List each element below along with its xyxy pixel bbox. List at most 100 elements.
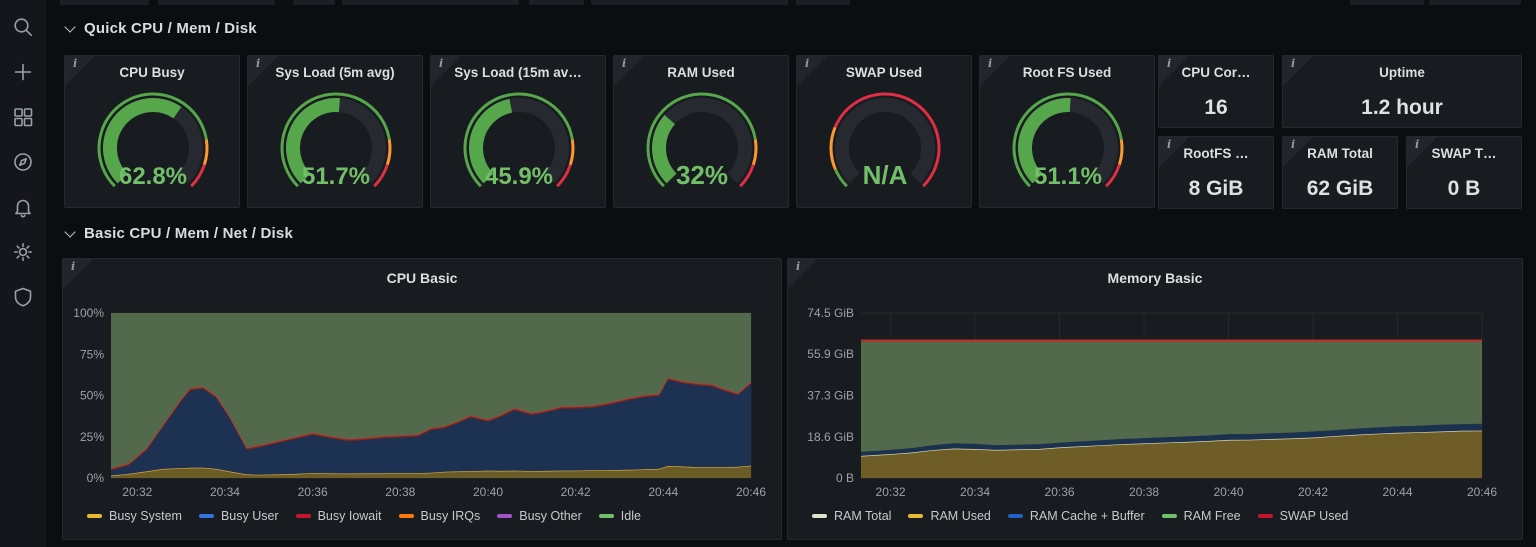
x-axis-tick: 20:32: [122, 485, 152, 499]
gauge-panel-title[interactable]: Sys Load (5m avg): [262, 65, 408, 80]
legend-label: Busy IRQs: [420, 509, 481, 523]
x-axis-tick: 20:36: [298, 485, 328, 499]
legend-swatch: [908, 514, 924, 518]
legend-item-ram-free[interactable]: RAM Free: [1161, 509, 1241, 523]
legend-label: Busy User: [220, 509, 279, 523]
stat-panel-ram-total: i RAM Total 62 GiB: [1282, 136, 1398, 209]
stat-panel-swap-t: i SWAP T… 0 B: [1406, 136, 1522, 209]
plus-icon[interactable]: [12, 61, 34, 83]
chevron-down-icon: [64, 226, 76, 238]
chart-panel-title[interactable]: Memory Basic: [802, 270, 1508, 286]
y-axis-tick: 37.3 GiB: [807, 388, 854, 402]
gauge: 45.9%: [463, 92, 575, 190]
stat-panel-title[interactable]: RootFS …: [1173, 146, 1259, 161]
section-header-quick-cpu-mem-disk[interactable]: Quick CPU / Mem / Disk: [64, 20, 257, 37]
panel-info-icon[interactable]: i: [805, 57, 809, 70]
search-icon[interactable]: [12, 16, 34, 38]
legend-item-busy-system[interactable]: Busy System: [87, 509, 182, 523]
gauge-panel-title[interactable]: RAM Used: [628, 65, 774, 80]
panel-bottom-sliver: [529, 0, 584, 5]
dashboards-grid-icon[interactable]: [12, 106, 34, 128]
stat-panel-cpu-cor: i CPU Cor… 16: [1158, 55, 1274, 128]
gauge-panel-title[interactable]: Sys Load (15m av…: [445, 65, 591, 80]
panel-info-icon[interactable]: i: [988, 57, 992, 70]
legend-item-busy-other[interactable]: Busy Other: [497, 509, 582, 523]
chevron-down-icon: [64, 21, 76, 33]
panel-info-icon[interactable]: i: [439, 57, 443, 70]
y-axis-tick: 25%: [80, 430, 104, 444]
gauge: N/A: [829, 92, 941, 190]
chart-legend: RAM Total RAM Used RAM Cache + Buffer RAM F…: [812, 509, 1514, 523]
legend-swatch: [198, 514, 214, 518]
panel-info-icon[interactable]: i: [1167, 138, 1171, 151]
gauge-panel-title[interactable]: Root FS Used: [994, 65, 1140, 80]
legend-swatch: [497, 514, 513, 518]
panel-info-icon[interactable]: i: [1291, 138, 1295, 151]
legend-label: RAM Cache + Buffer: [1029, 509, 1145, 523]
y-axis-tick: 75%: [80, 347, 104, 361]
panel-info-icon[interactable]: i: [256, 57, 260, 70]
explore-compass-icon[interactable]: [12, 151, 34, 173]
settings-gear-icon[interactable]: [12, 241, 34, 263]
section-title: Basic CPU / Mem / Net / Disk: [84, 225, 294, 242]
legend-swatch: [87, 514, 102, 518]
legend-swatch: [598, 514, 614, 518]
legend-item-busy-iowait[interactable]: Busy Iowait: [295, 509, 382, 523]
chart-panel-memory-basic: i Memory Basic 0 B 18.6 GiB 37.3 GiB 55.9 GiB…: [787, 258, 1523, 540]
panel-bottom-sliver: [158, 0, 275, 5]
legend-label: Idle: [620, 509, 641, 523]
legend-swatch: [812, 514, 827, 518]
panel-info-icon[interactable]: i: [1167, 57, 1171, 70]
chart-canvas[interactable]: 0% 25% 50% 75% 100% 20:32 20:34 20:36 20:38 20:40…: [63, 259, 782, 540]
legend-label: RAM Used: [930, 509, 991, 523]
legend-swatch: [1161, 514, 1177, 518]
panel-info-icon[interactable]: i: [1291, 57, 1295, 70]
gauge-panel-ram-used: i RAM Used 32%: [613, 55, 789, 208]
stat-panel-title[interactable]: RAM Total: [1297, 146, 1383, 161]
gauge-panel-sys-load-5m-avg: i Sys Load (5m avg) 51.7%: [247, 55, 423, 208]
stat-value: 8 GiB: [1188, 177, 1244, 200]
panel-info-icon[interactable]: i: [796, 260, 800, 273]
x-axis-tick: 20:36: [1045, 485, 1075, 499]
y-axis-tick: 0 B: [836, 471, 854, 485]
gauge-value: 32%: [676, 160, 728, 190]
y-axis-tick: 74.5 GiB: [807, 306, 854, 320]
stat-panel-title[interactable]: SWAP T…: [1421, 146, 1507, 161]
alerting-bell-icon[interactable]: [12, 196, 34, 218]
stat-value: 0 B: [1447, 177, 1481, 200]
gauge: 32%: [646, 92, 758, 190]
stat-panel-uptime: i Uptime 1.2 hour: [1282, 55, 1522, 128]
legend-item-idle[interactable]: Idle: [598, 509, 641, 523]
chart-canvas[interactable]: 0 B 18.6 GiB 37.3 GiB 55.9 GiB 74.5 GiB 20:32…: [788, 259, 1523, 540]
panel-info-icon[interactable]: i: [1415, 138, 1419, 151]
panel-info-icon[interactable]: i: [73, 57, 77, 70]
legend-item-ram-total[interactable]: RAM Total: [812, 509, 891, 523]
x-axis-tick: 20:46: [736, 485, 766, 499]
stat-value: 1.2 hour: [1361, 96, 1443, 119]
legend-item-ram-used[interactable]: RAM Used: [908, 509, 991, 523]
gauge-panel-cpu-busy: i CPU Busy 62.8%: [64, 55, 240, 208]
gauge-panel-sys-load-15m-av: i Sys Load (15m av… 45.9%: [430, 55, 606, 208]
stat-panel-title[interactable]: CPU Cor…: [1173, 65, 1259, 80]
section-header-basic-cpu-mem-net-disk[interactable]: Basic CPU / Mem / Net / Disk: [64, 225, 294, 242]
legend-label: SWAP Used: [1279, 509, 1349, 523]
stat-panel-title[interactable]: Uptime: [1297, 65, 1507, 80]
gauge-value: 62.8%: [119, 163, 187, 190]
legend-item-swap-used[interactable]: SWAP Used: [1257, 509, 1349, 523]
chart-panel-title[interactable]: CPU Basic: [77, 270, 767, 286]
gauge-panel-root-fs-used: i Root FS Used 51.1%: [979, 55, 1155, 208]
gauge-value: 51.7%: [302, 163, 370, 190]
legend-item-busy-irqs[interactable]: Busy IRQs: [398, 509, 481, 523]
legend-item-ram-cache-buffer[interactable]: RAM Cache + Buffer: [1007, 509, 1145, 523]
y-axis-tick: 100%: [73, 306, 104, 320]
panel-info-icon[interactable]: i: [71, 260, 75, 273]
legend-item-busy-user[interactable]: Busy User: [198, 509, 279, 523]
gauge-panel-title[interactable]: CPU Busy: [79, 65, 225, 80]
panel-info-icon[interactable]: i: [622, 57, 626, 70]
sidebar: [0, 0, 46, 547]
gauge: 62.8%: [97, 92, 209, 190]
legend-label: RAM Free: [1183, 509, 1241, 523]
grafana-node-exporter-dashboard: { "sidebar": { "icons": ["search", "plus…: [0, 0, 1536, 547]
gauge-panel-title[interactable]: SWAP Used: [811, 65, 957, 80]
admin-shield-icon[interactable]: [12, 286, 34, 308]
